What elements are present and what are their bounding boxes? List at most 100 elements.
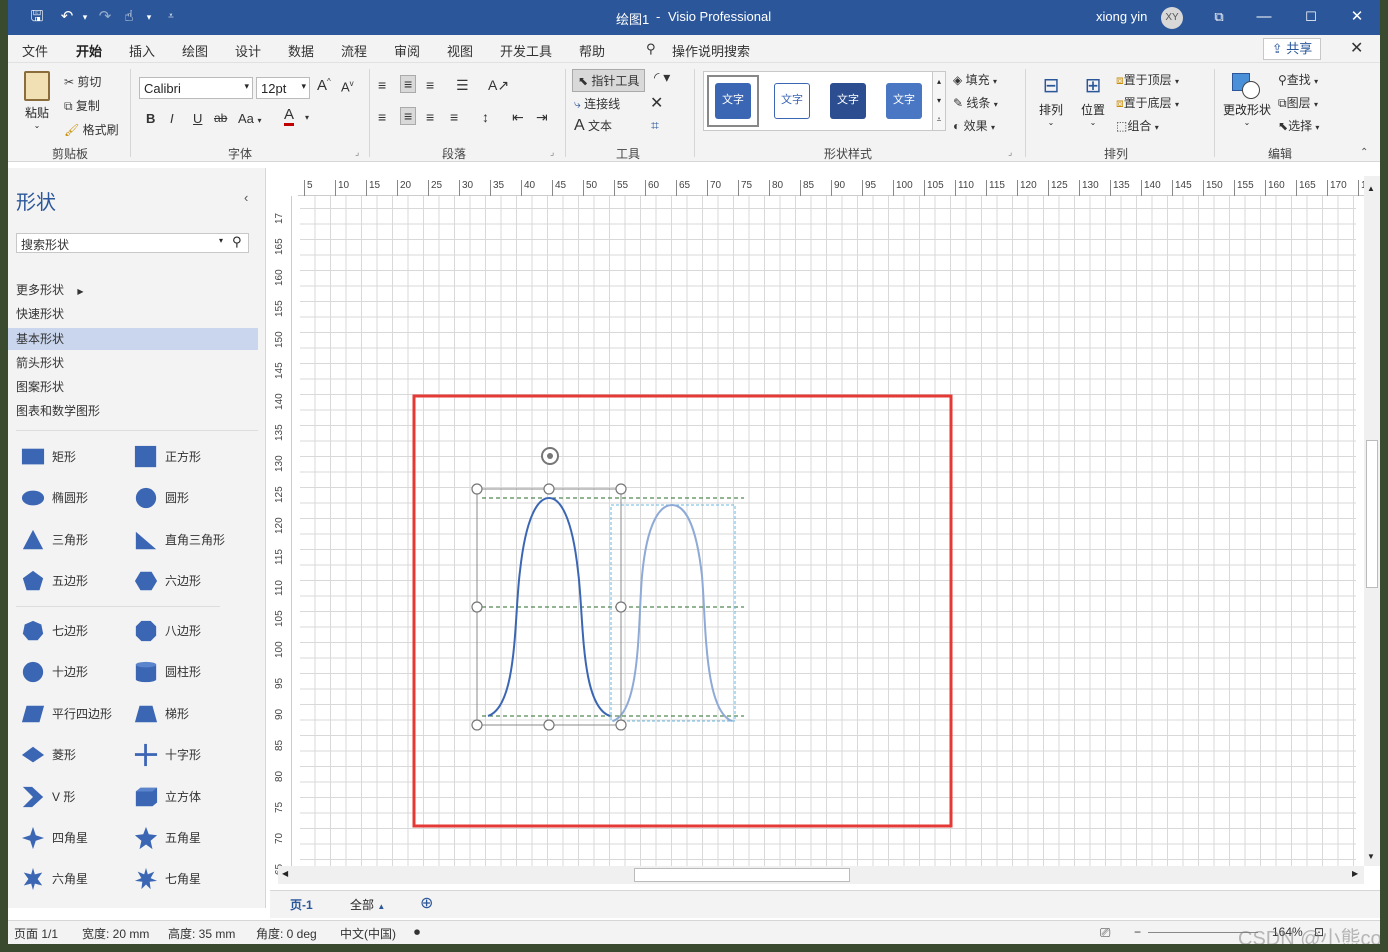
- category-quick-shapes[interactable]: 快速形状: [8, 303, 258, 325]
- tab-insert[interactable]: 插入: [129, 41, 155, 60]
- category-graphs-math[interactable]: 图表和数学图形: [8, 400, 258, 422]
- tab-help[interactable]: 帮助: [579, 41, 605, 60]
- chevron-down-icon[interactable]: ▾: [305, 113, 309, 122]
- category-arrow-shapes[interactable]: 箭头形状: [8, 352, 258, 374]
- drawing-canvas[interactable]: 5 10 15 20 25 30 35 40 45 50 55 60 65 70 75 80 85 90 95 100…: [270, 176, 1380, 890]
- close-icon[interactable]: ✕: [1346, 6, 1368, 28]
- scroll-thumb[interactable]: [634, 868, 850, 882]
- search-shapes-input[interactable]: 搜索形状 ▾ ⚲: [16, 233, 249, 253]
- tab-design[interactable]: 设计: [235, 41, 261, 60]
- save-icon[interactable]: 🖫: [26, 6, 48, 28]
- tab-data[interactable]: 数据: [288, 41, 314, 60]
- crop-tool-icon[interactable]: ⌗: [651, 117, 659, 134]
- add-page-icon[interactable]: ⊕: [420, 893, 433, 913]
- presentation-mode-icon[interactable]: ⎚: [1100, 925, 1110, 941]
- curve-shape-copy[interactable]: [612, 503, 733, 722]
- align-right-icon[interactable]: ≡: [426, 109, 434, 125]
- underline-button[interactable]: U: [193, 111, 202, 126]
- page-indicator[interactable]: 页面 1/1: [14, 925, 58, 942]
- style-swatch[interactable]: 文字: [822, 75, 874, 127]
- copy-button[interactable]: ⧉ 复制: [64, 97, 100, 114]
- draw-tools-icon[interactable]: ◜ ▾: [654, 69, 670, 86]
- grow-font-button[interactable]: A^: [317, 77, 331, 94]
- align-left-icon[interactable]: ≡: [378, 109, 386, 125]
- tab-developer[interactable]: 开发工具: [500, 41, 552, 60]
- touch-dropdown-icon[interactable]: ▾: [138, 6, 160, 28]
- customize-qat-icon[interactable]: ⩡: [160, 6, 182, 28]
- pointer-tool-button[interactable]: ⬉ 指针工具: [572, 69, 646, 92]
- language-indicator[interactable]: 中文(中国): [340, 925, 396, 942]
- connection-point-icon[interactable]: ✕: [650, 93, 663, 113]
- scroll-down-arrow-icon[interactable]: ▼: [1367, 852, 1375, 861]
- decrease-indent-icon[interactable]: ⇤: [512, 109, 524, 126]
- layers-button[interactable]: ⧉图层 ▾: [1278, 94, 1318, 111]
- page-tab[interactable]: 页-1: [290, 896, 313, 913]
- horizontal-scrollbar[interactable]: ◀ ▶: [278, 866, 1364, 884]
- format-painter-button[interactable]: 🖌 格式刷: [64, 121, 119, 138]
- fill-button[interactable]: ◈ 填充 ▾: [953, 71, 997, 88]
- all-pages-button[interactable]: 全部 ▲: [350, 896, 385, 913]
- vertical-scrollbar[interactable]: ▲ ▼: [1364, 176, 1380, 866]
- redo-icon[interactable]: ↷: [94, 6, 116, 28]
- tab-view[interactable]: 视图: [447, 41, 473, 60]
- paste-button[interactable]: 粘贴 ⌄: [20, 69, 54, 135]
- touch-mode-icon[interactable]: ☝: [118, 6, 140, 28]
- change-case-button[interactable]: Aa ▾: [238, 111, 262, 126]
- send-to-back-button[interactable]: ⧈置于底层 ▾: [1116, 94, 1179, 111]
- align-middle-icon[interactable]: ≡: [400, 75, 417, 93]
- change-shape-button[interactable]: 更改形状 ⌄: [1222, 71, 1272, 127]
- zoom-out-icon[interactable]: −: [1134, 925, 1141, 939]
- align-center-icon[interactable]: ≡: [400, 107, 417, 125]
- font-dialog-launcher-icon[interactable]: ⌟: [355, 147, 359, 158]
- italic-button[interactable]: I: [170, 111, 174, 126]
- category-pattern-shapes[interactable]: 图案形状: [8, 376, 258, 398]
- style-swatch[interactable]: 文字: [766, 75, 818, 127]
- font-color-button[interactable]: A: [284, 107, 295, 126]
- search-icon[interactable]: ⚲: [232, 234, 242, 250]
- ribbon-display-options-icon[interactable]: ⧉: [1208, 6, 1230, 28]
- strikethrough-button[interactable]: ab: [214, 111, 227, 125]
- style-swatch[interactable]: 文字: [878, 75, 930, 127]
- tab-draw[interactable]: 绘图: [182, 41, 208, 60]
- category-basic-shapes[interactable]: 基本形状: [8, 328, 258, 350]
- shrink-font-button[interactable]: Av: [341, 79, 354, 94]
- tell-me-search[interactable]: 操作说明搜索: [672, 41, 750, 60]
- rotation-handle-icon[interactable]: [541, 447, 559, 465]
- scroll-left-arrow-icon[interactable]: ◀: [282, 869, 288, 878]
- select-button[interactable]: ⬉选择 ▾: [1278, 117, 1319, 134]
- tab-process[interactable]: 流程: [341, 41, 367, 60]
- chevron-down-icon[interactable]: ▾: [219, 236, 223, 245]
- find-button[interactable]: ⚲查找 ▾: [1278, 71, 1318, 88]
- collapse-pane-icon[interactable]: ‹: [244, 190, 248, 205]
- line-spacing-icon[interactable]: ↕: [482, 109, 489, 125]
- group-button[interactable]: ⬚组合 ▾: [1116, 117, 1159, 134]
- bullets-icon[interactable]: ☰: [456, 77, 469, 94]
- tab-file[interactable]: 文件: [22, 41, 48, 60]
- justify-icon[interactable]: ≡: [450, 109, 458, 125]
- arrange-button[interactable]: ⊟ 排列 ⌄: [1034, 71, 1068, 127]
- scroll-up-arrow-icon[interactable]: ▲: [1367, 184, 1375, 193]
- maximize-icon[interactable]: ☐: [1300, 6, 1322, 28]
- text-direction-icon[interactable]: A↗: [488, 77, 509, 94]
- undo-dropdown-icon[interactable]: ▾: [74, 6, 96, 28]
- line-button[interactable]: ✎ 线条 ▾: [953, 94, 998, 111]
- paragraph-dialog-launcher-icon[interactable]: ⌟: [550, 147, 554, 158]
- category-more-shapes[interactable]: 更多形状 ▶: [8, 279, 258, 301]
- effects-button[interactable]: ◐ 效果 ▾: [953, 117, 995, 134]
- collapse-ribbon-icon[interactable]: ⌃: [1360, 147, 1368, 158]
- tab-review[interactable]: 审阅: [394, 41, 420, 60]
- bold-button[interactable]: B: [146, 111, 155, 126]
- font-name-select[interactable]: Calibri ▾: [139, 77, 253, 99]
- text-tool-button[interactable]: A 文本: [574, 117, 612, 135]
- minimize-icon[interactable]: —: [1253, 6, 1275, 28]
- style-swatch[interactable]: 文字: [707, 75, 759, 127]
- align-top-icon[interactable]: ≡: [378, 77, 386, 93]
- close-ribbon-icon[interactable]: ✕: [1350, 38, 1363, 58]
- bring-to-front-button[interactable]: ⧈置于顶层 ▾: [1116, 71, 1179, 88]
- cut-button[interactable]: ✂ 剪切: [64, 73, 101, 90]
- scroll-thumb[interactable]: [1366, 440, 1378, 588]
- shape-styles-dialog-launcher-icon[interactable]: ⌟: [1008, 147, 1012, 158]
- avatar[interactable]: XY: [1161, 7, 1183, 29]
- font-size-select[interactable]: 12pt ▾: [256, 77, 310, 99]
- user-name[interactable]: xiong yin: [1096, 9, 1147, 24]
